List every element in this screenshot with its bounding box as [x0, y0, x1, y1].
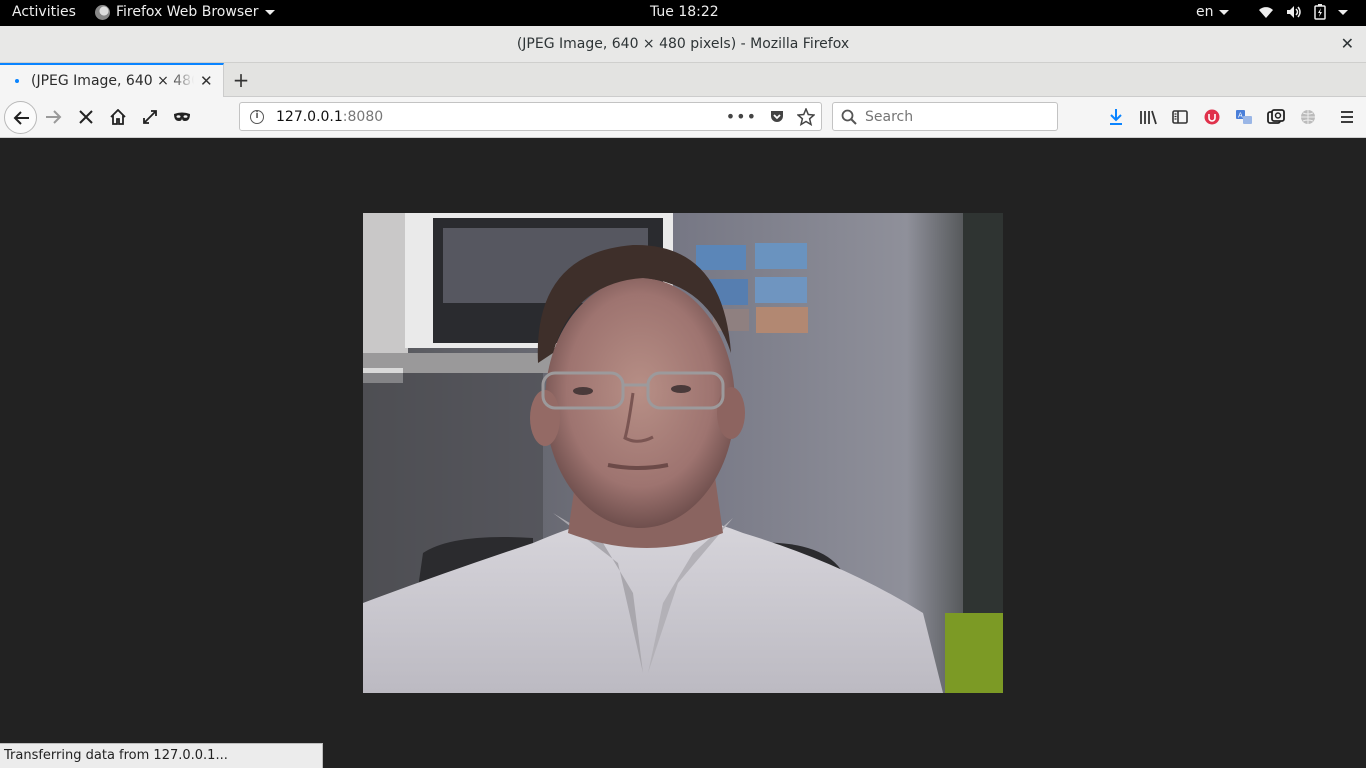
activities-button[interactable]: Activities — [12, 4, 76, 20]
firefox-icon — [95, 4, 110, 20]
pocket-icon[interactable] — [769, 109, 785, 125]
hamburger-menu-icon — [1341, 111, 1353, 123]
arrow-right-icon — [46, 110, 62, 124]
fullscreen-button[interactable] — [138, 105, 162, 129]
loading-indicator-icon — [15, 79, 19, 83]
url-host: 127.0.0.1 — [276, 108, 343, 125]
tab-jpeg-image[interactable]: (JPEG Image, 640 × 480 pixels) ✕ — [0, 63, 224, 97]
url-bar[interactable]: i 127.0.0.1:8080 ••• — [239, 102, 822, 131]
hamburger-menu-button[interactable] — [1337, 107, 1357, 127]
search-bar[interactable] — [832, 102, 1058, 131]
page-actions-icon[interactable]: ••• — [726, 107, 757, 126]
system-menu[interactable] — [1258, 4, 1348, 20]
navigation-toolbar: i 127.0.0.1:8080 ••• Search A — [0, 97, 1366, 138]
language-menu[interactable]: en — [1196, 4, 1229, 20]
clock[interactable]: Tue 18:22 — [650, 4, 719, 20]
webcam-photo-illustration — [363, 213, 1003, 693]
library-button[interactable] — [1138, 107, 1158, 127]
ublock-icon — [1204, 109, 1220, 125]
chevron-down-icon — [1338, 9, 1348, 15]
tab-label: (JPEG Image, 640 × 480 pixels) — [31, 73, 194, 89]
window-title: (JPEG Image, 640 × 480 pixels) - Mozilla… — [516, 36, 850, 52]
wifi-icon — [1259, 7, 1273, 18]
back-button[interactable] — [4, 101, 37, 134]
sidebar-icon — [1172, 110, 1188, 124]
globe-extension-button[interactable] — [1298, 107, 1318, 127]
webcam-photo[interactable] — [363, 213, 1003, 693]
status-bar: Transferring data from 127.0.0.1... — [0, 743, 323, 768]
arrow-left-icon — [13, 110, 29, 125]
chevron-down-icon — [264, 9, 275, 15]
fullscreen-icon — [143, 110, 157, 124]
screenshot-icon — [1267, 109, 1285, 124]
tab-close-icon[interactable]: ✕ — [200, 72, 213, 90]
extension-button-red[interactable] — [1202, 107, 1222, 127]
translate-button[interactable]: A — [1234, 107, 1254, 127]
site-info-icon[interactable]: i — [250, 109, 264, 124]
url-port: :8080 — [342, 108, 384, 125]
home-icon — [110, 109, 126, 125]
battery-icon — [1314, 4, 1326, 20]
translate-icon: A — [1236, 110, 1252, 124]
mask-icon — [174, 112, 190, 121]
bookmark-star-icon[interactable] — [797, 107, 815, 126]
window-titlebar: (JPEG Image, 640 × 480 pixels) - Mozilla… — [0, 26, 1366, 63]
screenshot-button[interactable] — [1266, 107, 1286, 127]
new-tab-button[interactable]: + — [231, 68, 251, 92]
tab-strip: (JPEG Image, 640 × 480 pixels) ✕ + — [0, 63, 1366, 97]
app-menu[interactable]: Firefox Web Browser — [95, 4, 275, 20]
globe-icon — [1301, 110, 1315, 124]
home-button[interactable] — [106, 105, 130, 129]
chevron-down-icon — [1218, 9, 1229, 15]
forward-button[interactable] — [42, 105, 66, 129]
volume-icon — [1287, 6, 1301, 18]
app-menu-label: Firefox Web Browser — [116, 4, 259, 20]
sidebar-button[interactable] — [1170, 107, 1190, 127]
svg-text:A: A — [1238, 112, 1243, 120]
window-close-button[interactable]: ✕ — [1341, 34, 1354, 53]
search-input[interactable] — [863, 107, 1043, 126]
downloads-button[interactable] — [1106, 107, 1126, 127]
library-icon — [1140, 110, 1157, 125]
search-icon — [841, 109, 857, 125]
private-browsing-button[interactable] — [170, 105, 194, 129]
language-label: en — [1196, 4, 1214, 20]
gnome-top-bar: Activities Firefox Web Browser Tue 18:22… — [0, 0, 1366, 26]
download-arrow-icon — [1110, 109, 1122, 125]
image-viewer — [0, 138, 1366, 768]
stop-icon — [79, 110, 93, 124]
stop-button[interactable] — [74, 105, 98, 129]
